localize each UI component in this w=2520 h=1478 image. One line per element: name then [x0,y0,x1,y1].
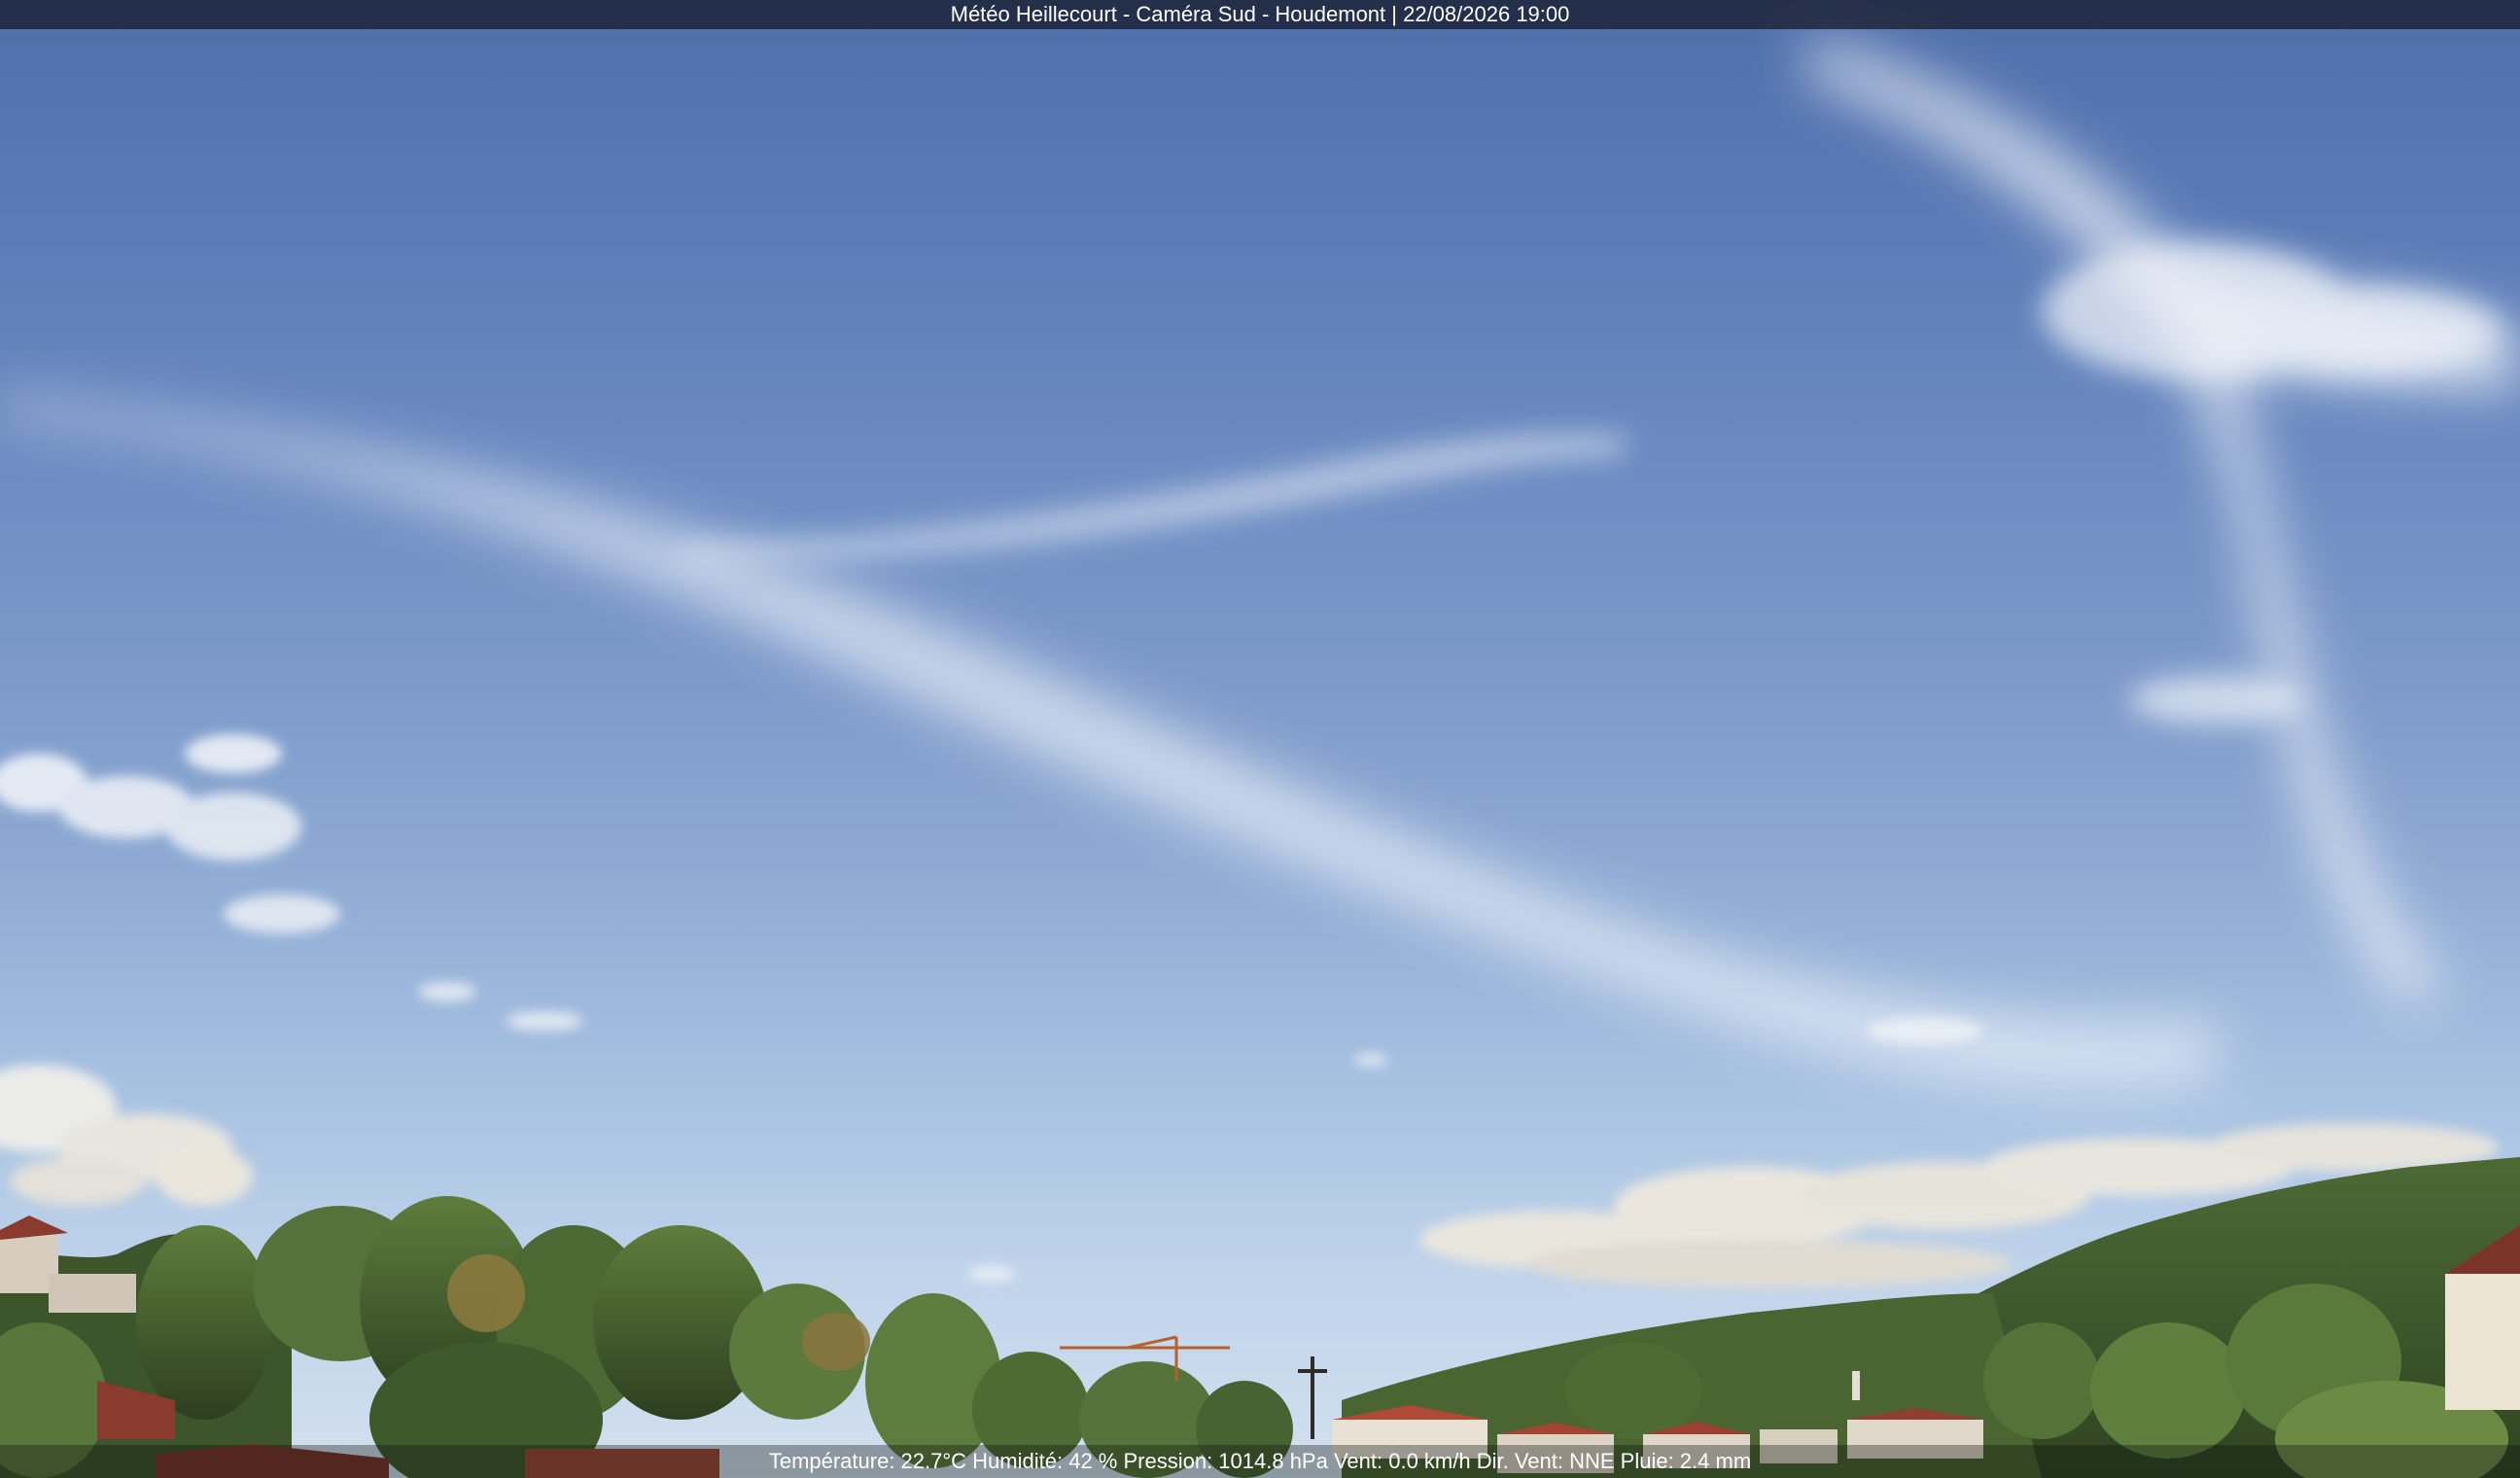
wind-speed-readout: Vent: 0.0 km/h [1333,1449,1477,1473]
humidity-readout: Humidité: 42 % [972,1449,1124,1473]
antenna-pole [1298,1356,1327,1439]
cumulus-left [0,734,583,1031]
webcam-frame: Météo Heillecourt - Caméra Sud - Houdemo… [0,0,2520,1478]
cirrus-streak-upper [681,434,1633,561]
webcam-scene [0,39,2520,1478]
rain-readout: Pluie: 2.4 mm [1620,1449,1752,1473]
camera-title-bar: Météo Heillecourt - Caméra Sud - Houdemo… [0,0,2520,29]
cirrus-wisp-right [1808,39,2520,1002]
temperature-readout: Température: 22.7°C [768,1449,973,1473]
wind-direction-readout: Dir. Vent: NNE [1476,1449,1621,1473]
cumulus-lower-left [0,1065,253,1206]
tree-line-left [0,1196,1293,1478]
pressure-readout: Pression: 1014.8 hPa [1123,1449,1334,1473]
weather-readout: Température: 22.7°C Humidité: 42 % Press… [769,1445,1751,1478]
weather-readout-bar: Température: 22.7°C Humidité: 42 % Press… [0,1445,2520,1478]
cirrus-streak-main [0,399,2217,1089]
camera-title: Météo Heillecourt - Caméra Sud - Houdemo… [950,2,1570,26]
